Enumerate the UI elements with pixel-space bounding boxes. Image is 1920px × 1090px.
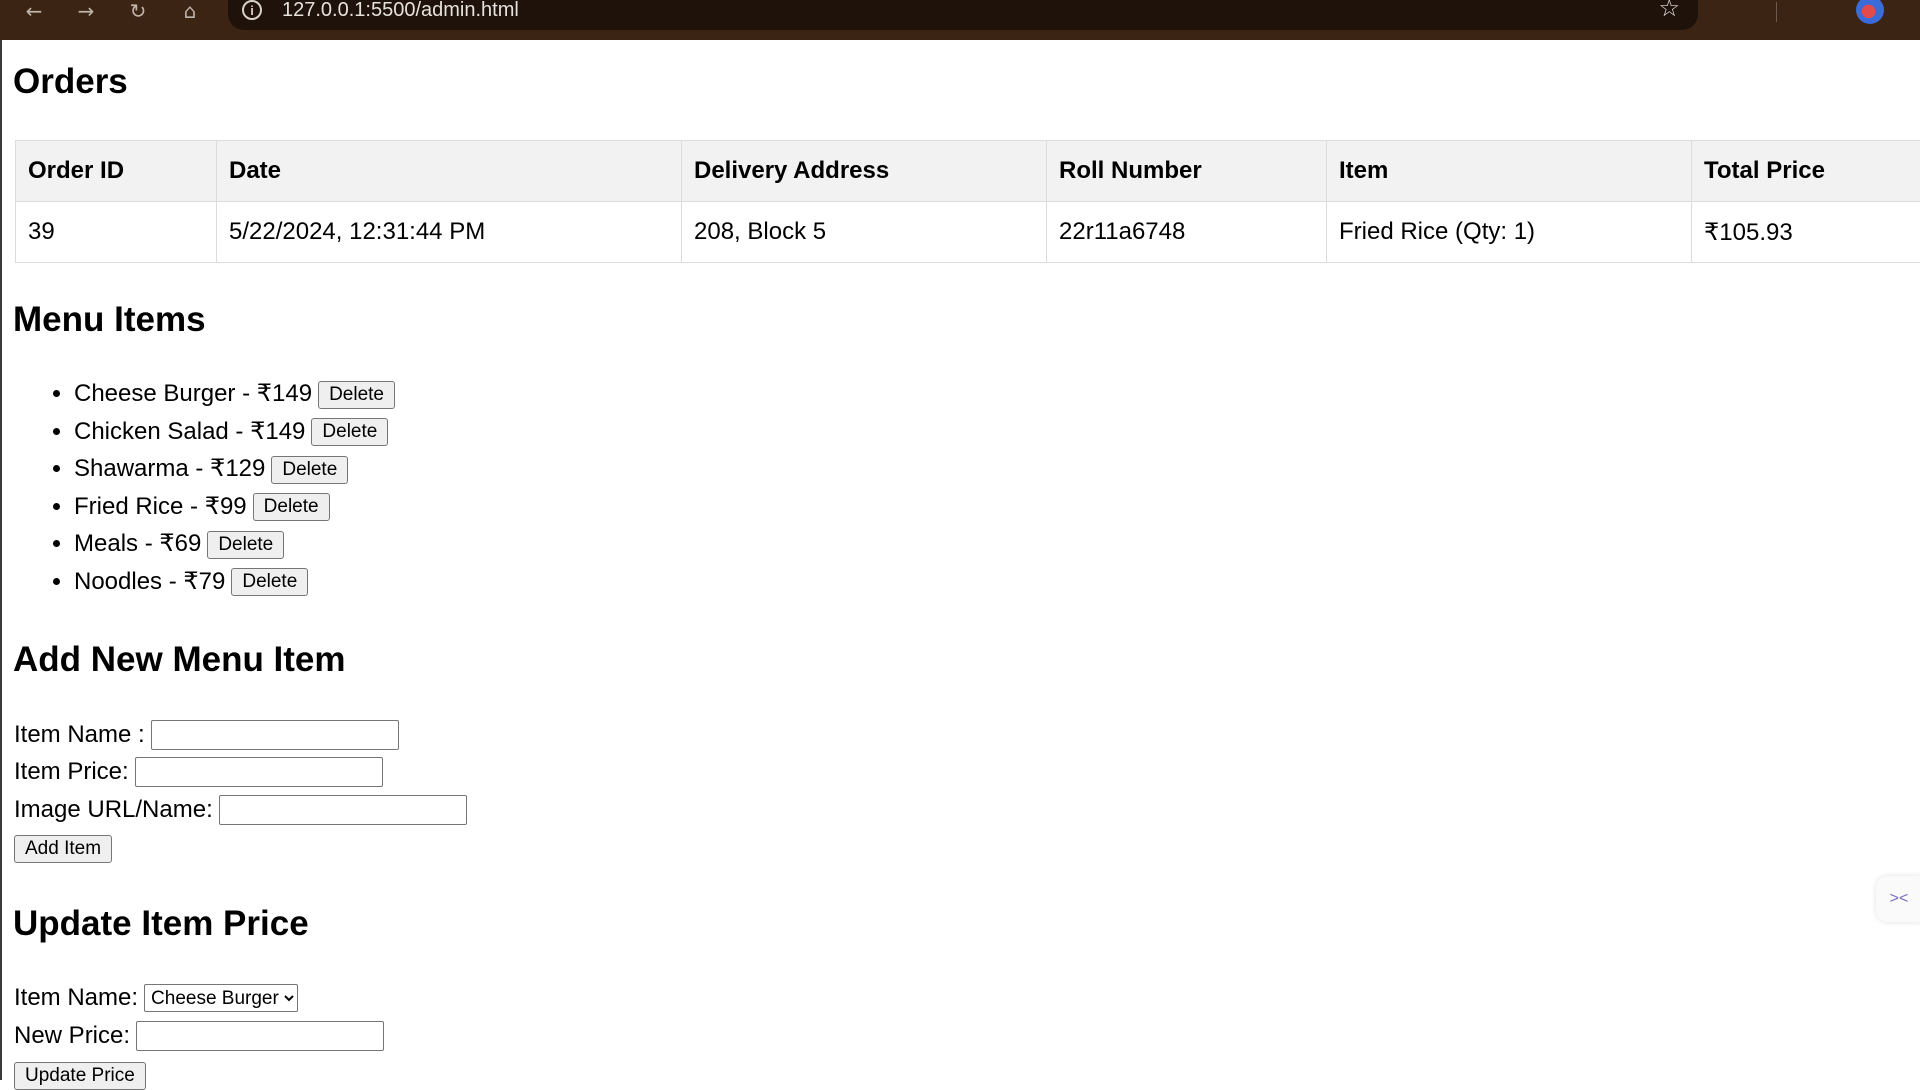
item-name-label: Item Name : (14, 721, 145, 749)
new-price-row: New Price: (14, 1021, 384, 1051)
home-icon[interactable]: ⌂ (170, 0, 210, 31)
col-item: Item (1327, 141, 1692, 202)
address-bar-url[interactable]: 127.0.0.1:5500/admin.html (282, 0, 519, 22)
site-info-icon[interactable]: i (242, 0, 262, 20)
menu-item-label: Meals - ₹69 (74, 530, 201, 557)
orders-heading: Orders (13, 62, 128, 102)
list-item: Meals - ₹69Delete (74, 526, 395, 564)
address-bar[interactable]: i 127.0.0.1:5500/admin.html ☆ (228, 0, 1698, 30)
menu-item-label: Shawarma - ₹129 (74, 455, 265, 482)
update-item-price-heading: Update Item Price (13, 904, 309, 944)
profile-avatar-icon[interactable] (1856, 0, 1884, 24)
cell-roll-number: 22r11a6748 (1047, 202, 1327, 263)
page-content: Orders Order ID Date Delivery Address Ro… (0, 40, 1920, 1080)
delete-button[interactable]: Delete (271, 456, 348, 484)
col-total-price: Total Price (1692, 141, 1920, 202)
update-price-button[interactable]: Update Price (14, 1062, 146, 1090)
item-price-input[interactable] (135, 757, 383, 787)
item-name-row: Item Name : (14, 720, 399, 750)
orders-table: Order ID Date Delivery Address Roll Numb… (15, 140, 1920, 263)
new-price-label: New Price: (14, 1022, 130, 1050)
bookmark-star-icon[interactable]: ☆ (1658, 0, 1680, 22)
back-arrow-icon[interactable]: ← (14, 0, 54, 31)
delete-button[interactable]: Delete (207, 531, 284, 559)
item-price-label: Item Price: (14, 758, 129, 786)
list-item: Chicken Salad - ₹149Delete (74, 414, 395, 452)
col-order-id: Order ID (16, 141, 217, 202)
item-price-row: Item Price: (14, 757, 383, 787)
item-name-input[interactable] (151, 720, 399, 750)
orders-table-header-row: Order ID Date Delivery Address Roll Numb… (16, 141, 1920, 202)
toolbar-divider (1776, 2, 1777, 22)
delete-button[interactable]: Delete (253, 493, 330, 521)
delete-button[interactable]: Delete (318, 381, 395, 409)
menu-item-label: Cheese Burger - ₹149 (74, 380, 312, 407)
col-date: Date (217, 141, 682, 202)
new-price-input[interactable] (136, 1021, 384, 1051)
add-menu-item-heading: Add New Menu Item (13, 640, 346, 680)
list-item: Shawarma - ₹129Delete (74, 451, 395, 489)
cell-item: Fried Rice (Qty: 1) (1327, 202, 1692, 263)
menu-items-list: Cheese Burger - ₹149Delete Chicken Salad… (48, 376, 395, 601)
update-item-name-row: Item Name: Cheese Burger (14, 984, 298, 1012)
menu-item-label: Chicken Salad - ₹149 (74, 418, 305, 445)
extensions-icon[interactable]: ⧉ (1722, 0, 1739, 4)
cell-date: 5/22/2024, 12:31:44 PM (217, 202, 682, 263)
cell-order-id: 39 (16, 202, 217, 263)
menu-item-label: Fried Rice - ₹99 (74, 493, 247, 520)
menu-items-heading: Menu Items (13, 300, 206, 340)
reload-icon[interactable]: ↻ (118, 0, 158, 31)
menu-item-label: Noodles - ₹79 (74, 568, 225, 595)
delete-button[interactable]: Delete (311, 418, 388, 446)
image-url-input[interactable] (219, 795, 467, 825)
cell-delivery-address: 208, Block 5 (682, 202, 1047, 263)
browser-toolbar: ← → ↻ ⌂ i 127.0.0.1:5500/admin.html ☆ ⧉ … (0, 0, 1920, 40)
nav-buttons: ← → ↻ ⌂ (14, 0, 210, 40)
side-panel-toggle-icon[interactable]: >< (1876, 876, 1920, 922)
col-delivery-address: Delivery Address (682, 141, 1047, 202)
item-name-select[interactable]: Cheese Burger (144, 984, 298, 1012)
cell-total-price: ₹105.93 (1692, 202, 1920, 263)
list-item: Cheese Burger - ₹149Delete (74, 376, 395, 414)
list-item: Noodles - ₹79Delete (74, 564, 395, 602)
list-item: Fried Rice - ₹99Delete (74, 489, 395, 527)
col-roll-number: Roll Number (1047, 141, 1327, 202)
delete-button[interactable]: Delete (231, 568, 308, 596)
table-row: 39 5/22/2024, 12:31:44 PM 208, Block 5 2… (16, 202, 1920, 263)
add-item-button[interactable]: Add Item (14, 835, 112, 863)
image-url-row: Image URL/Name: (14, 795, 467, 825)
update-item-name-label: Item Name: (14, 984, 138, 1012)
download-icon[interactable]: ⤓ (1802, 0, 1813, 4)
image-url-label: Image URL/Name: (14, 796, 213, 824)
forward-arrow-icon[interactable]: → (66, 0, 106, 31)
